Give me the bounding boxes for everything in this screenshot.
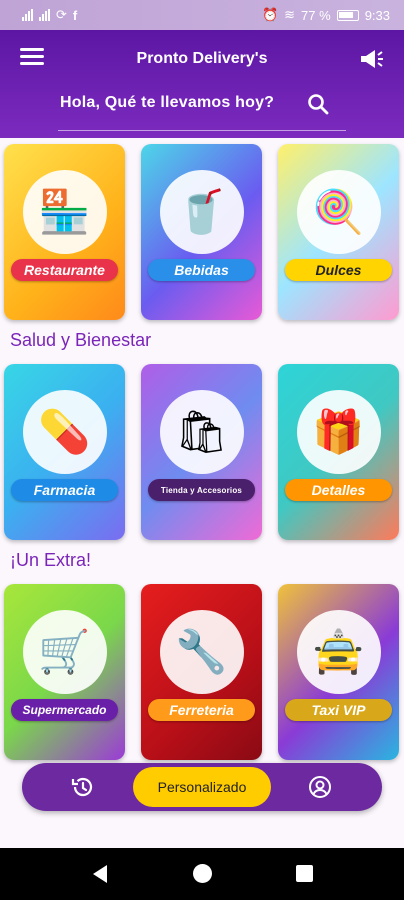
- status-left: ⟳ f: [22, 7, 77, 23]
- alarm-icon: ⏰: [261, 7, 279, 22]
- profile-icon[interactable]: [308, 775, 332, 799]
- card-tienda-accesorios[interactable]: 🛍 Tienda y Accesorios: [141, 364, 262, 540]
- app-header: Pronto Delivery's Hola, Qué te llevamos …: [0, 30, 404, 138]
- category-row-3: 🛒 Supermercado 🔧 Ferreteria 🚖 Taxi VIP: [4, 584, 399, 760]
- battery-percent: 77 %: [301, 7, 331, 23]
- sync-icon: ⟳: [56, 7, 67, 22]
- shopping-bag-icon: 🛍: [159, 390, 244, 474]
- wifi-icon: ≋: [284, 7, 296, 22]
- back-icon[interactable]: [93, 865, 107, 883]
- search-underline: [58, 130, 346, 131]
- pharmacy-icon: 💊: [22, 390, 107, 474]
- card-farmacia[interactable]: 💊 Farmacia: [4, 364, 125, 540]
- card-label: Supermercado: [11, 699, 118, 721]
- card-supermercado[interactable]: 🛒 Supermercado: [4, 584, 125, 760]
- battery-icon: [336, 9, 359, 21]
- megaphone-icon[interactable]: [358, 47, 386, 71]
- clock: 9:33: [364, 7, 390, 23]
- card-taxi-vip[interactable]: 🚖 Taxi VIP: [278, 584, 399, 760]
- card-label: Detalles: [285, 479, 392, 501]
- signal-icon: [22, 9, 33, 21]
- home-icon[interactable]: [193, 864, 212, 883]
- drinks-icon: 🥤: [159, 170, 244, 254]
- recents-icon[interactable]: [296, 865, 313, 882]
- status-bar: ⟳ f ⏰ ≋ 77 % 9:33: [0, 0, 404, 30]
- card-detalles[interactable]: 🎁 Detalles: [278, 364, 399, 540]
- status-right: ⏰ ≋ 77 % 9:33: [262, 7, 390, 23]
- section-title-extra: ¡Un Extra!: [10, 550, 92, 570]
- category-row-2: 💊 Farmacia 🛍 Tienda y Accesorios 🎁 Detal…: [4, 364, 399, 540]
- facebook-icon: f: [72, 7, 78, 23]
- app-title: Pronto Delivery's: [136, 50, 268, 67]
- tools-icon: 🔧: [159, 610, 244, 694]
- card-label: Taxi VIP: [285, 699, 392, 721]
- cart-icon: 🛒: [22, 610, 107, 694]
- card-ferreteria[interactable]: 🔧 Ferreteria: [141, 584, 262, 760]
- history-icon[interactable]: [71, 775, 95, 799]
- section-title-salud: Salud y Bienestar: [10, 330, 152, 350]
- card-dulces[interactable]: 🍭 Dulces: [278, 144, 399, 320]
- restaurant-icon: 🏪: [22, 170, 107, 254]
- candy-icon: 🍭: [296, 170, 381, 254]
- gift-icon: 🎁: [296, 390, 381, 474]
- search-icon[interactable]: [306, 92, 330, 116]
- card-bebidas[interactable]: 🥤 Bebidas: [141, 144, 262, 320]
- card-restaurante[interactable]: 🏪 Restaurante: [4, 144, 125, 320]
- card-label: Restaurante: [11, 259, 118, 281]
- card-label: Dulces: [285, 259, 392, 281]
- taxi-icon: 🚖: [296, 610, 381, 694]
- card-label: Ferreteria: [148, 699, 255, 721]
- category-row-1: 🏪 Restaurante 🥤 Bebidas 🍭 Dulces: [4, 144, 399, 320]
- card-label: Tienda y Accesorios: [148, 479, 255, 501]
- personalizado-button[interactable]: Personalizado: [133, 767, 271, 807]
- system-nav-bar: [0, 848, 404, 900]
- greeting-text: Hola, Qué te llevamos hoy?: [60, 94, 275, 111]
- signal-icon: [39, 9, 50, 21]
- card-label: Bebidas: [148, 259, 255, 281]
- card-label: Farmacia: [11, 479, 118, 501]
- bottom-nav: Personalizado: [22, 763, 382, 811]
